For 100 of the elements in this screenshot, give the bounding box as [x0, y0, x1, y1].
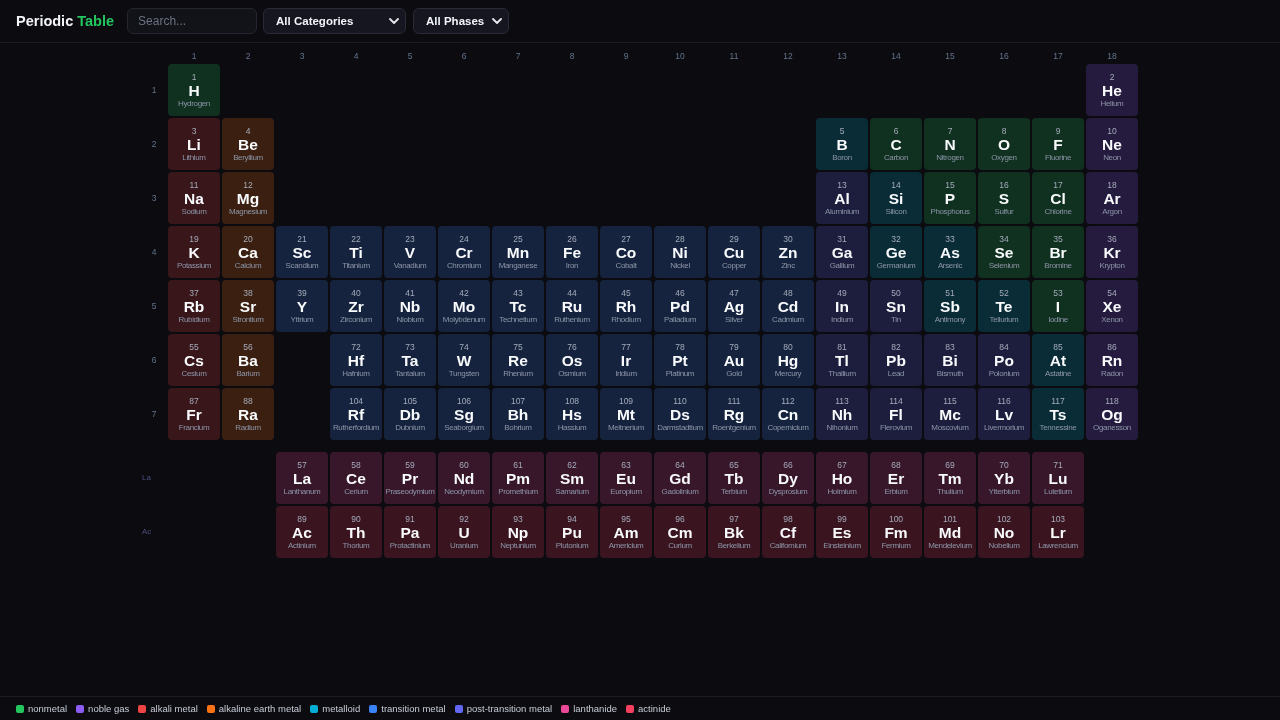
- element-tile[interactable]: 52 Te Tellurium: [978, 280, 1030, 332]
- element-tile[interactable]: 11 Na Sodium: [168, 172, 220, 224]
- element-tile[interactable]: 115 Mc Moscovium: [924, 388, 976, 440]
- element-tile[interactable]: 34 Se Selenium: [978, 226, 1030, 278]
- element-tile[interactable]: 41 Nb Niobium: [384, 280, 436, 332]
- element-tile[interactable]: 90 Th Thorium: [330, 506, 382, 558]
- element-tile[interactable]: 69 Tm Thulium: [924, 452, 976, 504]
- element-tile[interactable]: 42 Mo Molybdenum: [438, 280, 490, 332]
- element-tile[interactable]: 49 In Indium: [816, 280, 868, 332]
- element-tile[interactable]: 18 Ar Argon: [1086, 172, 1138, 224]
- element-tile[interactable]: 72 Hf Hafnium: [330, 334, 382, 386]
- element-tile[interactable]: 104 Rf Rutherfordium: [330, 388, 382, 440]
- element-tile[interactable]: 98 Cf Californium: [762, 506, 814, 558]
- element-tile[interactable]: 99 Es Einsteinium: [816, 506, 868, 558]
- element-tile[interactable]: 58 Ce Cerium: [330, 452, 382, 504]
- element-tile[interactable]: 113 Nh Nihonium: [816, 388, 868, 440]
- element-tile[interactable]: 106 Sg Seaborgium: [438, 388, 490, 440]
- element-tile[interactable]: 54 Xe Xenon: [1086, 280, 1138, 332]
- element-tile[interactable]: 6 C Carbon: [870, 118, 922, 170]
- element-tile[interactable]: 82 Pb Lead: [870, 334, 922, 386]
- search-field[interactable]: Search...: [127, 8, 258, 34]
- element-tile[interactable]: 73 Ta Tantalum: [384, 334, 436, 386]
- element-tile[interactable]: 13 Al Aluminium: [816, 172, 868, 224]
- element-tile[interactable]: 53 I Iodine: [1032, 280, 1084, 332]
- element-tile[interactable]: 26 Fe Iron: [546, 226, 598, 278]
- element-tile[interactable]: 56 Ba Barium: [222, 334, 274, 386]
- element-tile[interactable]: 62 Sm Samarium: [546, 452, 598, 504]
- element-tile[interactable]: 50 Sn Tin: [870, 280, 922, 332]
- element-tile[interactable]: 111 Rg Roentgenium: [708, 388, 760, 440]
- element-tile[interactable]: 101 Md Mendelevium: [924, 506, 976, 558]
- element-tile[interactable]: 23 V Vanadium: [384, 226, 436, 278]
- element-tile[interactable]: 89 Ac Actinium: [276, 506, 328, 558]
- element-tile[interactable]: 48 Cd Cadmium: [762, 280, 814, 332]
- element-tile[interactable]: 118 Og Oganesson: [1086, 388, 1138, 440]
- element-tile[interactable]: 15 P Phosphorus: [924, 172, 976, 224]
- element-tile[interactable]: 60 Nd Neodymium: [438, 452, 490, 504]
- element-tile[interactable]: 33 As Arsenic: [924, 226, 976, 278]
- element-tile[interactable]: 17 Cl Chlorine: [1032, 172, 1084, 224]
- element-tile[interactable]: 83 Bi Bismuth: [924, 334, 976, 386]
- element-tile[interactable]: 16 S Sulfur: [978, 172, 1030, 224]
- element-tile[interactable]: 109 Mt Meitnerium: [600, 388, 652, 440]
- element-tile[interactable]: 3 Li Lithium: [168, 118, 220, 170]
- element-tile[interactable]: 103 Lr Lawrencium: [1032, 506, 1084, 558]
- element-tile[interactable]: 10 Ne Neon: [1086, 118, 1138, 170]
- element-tile[interactable]: 39 Y Yttrium: [276, 280, 328, 332]
- element-tile[interactable]: 100 Fm Fermium: [870, 506, 922, 558]
- element-tile[interactable]: 31 Ga Gallium: [816, 226, 868, 278]
- element-tile[interactable]: 105 Db Dubnium: [384, 388, 436, 440]
- element-tile[interactable]: 46 Pd Palladium: [654, 280, 706, 332]
- element-tile[interactable]: 21 Sc Scandium: [276, 226, 328, 278]
- element-tile[interactable]: 36 Kr Krypton: [1086, 226, 1138, 278]
- element-tile[interactable]: 79 Au Gold: [708, 334, 760, 386]
- element-tile[interactable]: 14 Si Silicon: [870, 172, 922, 224]
- element-tile[interactable]: 102 No Nobelium: [978, 506, 1030, 558]
- element-tile[interactable]: 87 Fr Francium: [168, 388, 220, 440]
- element-tile[interactable]: 74 W Tungsten: [438, 334, 490, 386]
- element-tile[interactable]: 64 Gd Gadolinium: [654, 452, 706, 504]
- element-tile[interactable]: 19 K Potassium: [168, 226, 220, 278]
- element-tile[interactable]: 59 Pr Praseodymium: [384, 452, 436, 504]
- element-tile[interactable]: 4 Be Beryllium: [222, 118, 274, 170]
- element-tile[interactable]: 51 Sb Antimony: [924, 280, 976, 332]
- element-tile[interactable]: 20 Ca Calcium: [222, 226, 274, 278]
- element-tile[interactable]: 37 Rb Rubidium: [168, 280, 220, 332]
- element-tile[interactable]: 32 Ge Germanium: [870, 226, 922, 278]
- element-tile[interactable]: 35 Br Bromine: [1032, 226, 1084, 278]
- element-tile[interactable]: 88 Ra Radium: [222, 388, 274, 440]
- element-tile[interactable]: 108 Hs Hassium: [546, 388, 598, 440]
- element-tile[interactable]: 47 Ag Silver: [708, 280, 760, 332]
- element-tile[interactable]: 8 O Oxygen: [978, 118, 1030, 170]
- filter-dropdown[interactable]: All Categories: [263, 8, 407, 34]
- element-tile[interactable]: 1 H Hydrogen: [168, 64, 220, 116]
- element-tile[interactable]: 38 Sr Strontium: [222, 280, 274, 332]
- element-tile[interactable]: 71 Lu Lutetium: [1032, 452, 1084, 504]
- element-tile[interactable]: 45 Rh Rhodium: [600, 280, 652, 332]
- element-tile[interactable]: 84 Po Polonium: [978, 334, 1030, 386]
- element-tile[interactable]: 28 Ni Nickel: [654, 226, 706, 278]
- element-tile[interactable]: 77 Ir Iridium: [600, 334, 652, 386]
- element-tile[interactable]: 63 Eu Europium: [600, 452, 652, 504]
- element-tile[interactable]: 117 Ts Tennessine: [1032, 388, 1084, 440]
- element-tile[interactable]: 25 Mn Manganese: [492, 226, 544, 278]
- element-tile[interactable]: 65 Tb Terbium: [708, 452, 760, 504]
- element-tile[interactable]: 43 Tc Technetium: [492, 280, 544, 332]
- element-tile[interactable]: 95 Am Americium: [600, 506, 652, 558]
- element-tile[interactable]: 27 Co Cobalt: [600, 226, 652, 278]
- element-tile[interactable]: 66 Dy Dysprosium: [762, 452, 814, 504]
- element-tile[interactable]: 92 U Uranium: [438, 506, 490, 558]
- element-tile[interactable]: 116 Lv Livermorium: [978, 388, 1030, 440]
- element-tile[interactable]: 68 Er Erbium: [870, 452, 922, 504]
- element-tile[interactable]: 96 Cm Curium: [654, 506, 706, 558]
- element-tile[interactable]: 22 Ti Titanium: [330, 226, 382, 278]
- element-tile[interactable]: 75 Re Rhenium: [492, 334, 544, 386]
- element-tile[interactable]: 81 Tl Thallium: [816, 334, 868, 386]
- element-tile[interactable]: 112 Cn Copernicium: [762, 388, 814, 440]
- element-tile[interactable]: 12 Mg Magnesium: [222, 172, 274, 224]
- element-tile[interactable]: 78 Pt Platinum: [654, 334, 706, 386]
- element-tile[interactable]: 70 Yb Ytterbium: [978, 452, 1030, 504]
- element-tile[interactable]: 57 La Lanthanum: [276, 452, 328, 504]
- element-tile[interactable]: 80 Hg Mercury: [762, 334, 814, 386]
- element-tile[interactable]: 86 Rn Radon: [1086, 334, 1138, 386]
- element-tile[interactable]: 24 Cr Chromium: [438, 226, 490, 278]
